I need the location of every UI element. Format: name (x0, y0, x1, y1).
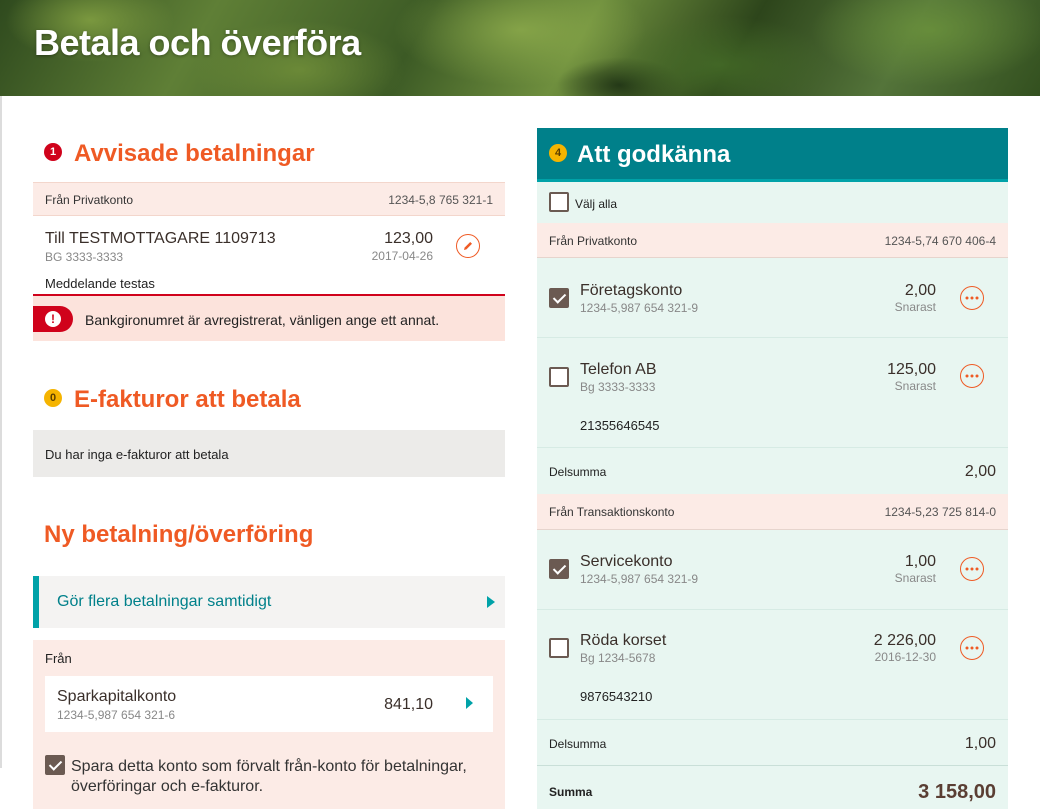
rejected-from-account: 1234-5,8 765 321-1 (388, 193, 493, 207)
approve-item-amount: 2,00 (904, 282, 936, 299)
from-account-selector[interactable]: Sparkapitalkonto 1234-5,987 654 321-6 84… (45, 676, 493, 732)
group2-subtotal-label: Delsumma (549, 737, 607, 751)
more-options-button[interactable] (960, 364, 984, 388)
more-icon (965, 296, 979, 300)
approve-item-when: Snarast (894, 300, 936, 314)
rejected-title-text: Avvisade betalningar (74, 140, 315, 167)
rejected-section-title: 1 Avvisade betalningar (44, 140, 315, 168)
approve-item-name: Röda korset (580, 632, 667, 649)
more-options-button[interactable] (960, 636, 984, 660)
approve-count-badge: 4 (549, 143, 567, 162)
rejected-count-badge: 1 (44, 142, 62, 161)
save-default-label-line2: överföringar och e-fakturor. (71, 778, 264, 795)
rejected-error-text: Bankgironumret är avregistrerat, vänlige… (85, 312, 440, 328)
group1-subtotal-value: 2,00 (964, 463, 996, 480)
from-account-number: 1234-5,987 654 321-6 (57, 708, 176, 722)
new-payment-title: Ny betalning/överföring (44, 521, 314, 548)
from-account-balance: 841,10 (384, 696, 433, 713)
from-label: Från (45, 651, 72, 666)
approve-item-sub: 1234-5,987 654 321-9 (580, 572, 699, 586)
approve-title: 4 Att godkänna (549, 141, 730, 169)
approve-item-row[interactable]: Företagskonto 1234-5,987 654 321-9 2,00 … (537, 258, 1008, 338)
multi-payment-label: Gör flera betalningar samtidigt (57, 593, 272, 610)
efakturor-count-badge: 0 (44, 388, 62, 407)
rejected-payment-amount: 123,00 (384, 230, 433, 247)
page-title: Betala och överföra (34, 22, 361, 63)
approve-item-sub: Bg 1234-5678 (580, 651, 656, 665)
approve-item-checkbox[interactable] (549, 638, 569, 658)
group2-from-label: Från Transaktionskonto (549, 505, 675, 519)
approve-item-when: Snarast (894, 571, 936, 585)
efakturor-section-title: 0 E-fakturor att betala (44, 386, 301, 414)
efakturor-empty-box: Du har inga e-fakturor att betala (33, 430, 505, 477)
approve-item-row[interactable]: Röda korset Bg 1234-5678 2 226,00 2016-1… (537, 610, 1008, 720)
approve-item-sub: Bg 3333-3333 (580, 380, 656, 394)
approve-item-checkbox[interactable] (549, 367, 569, 387)
group2-from-bar: Från Transaktionskonto 1234-5,23 725 814… (537, 494, 1008, 530)
approve-item-message: 21355646545 (580, 418, 660, 433)
select-all-checkbox[interactable] (549, 192, 569, 212)
more-options-button[interactable] (960, 557, 984, 581)
approve-header: 4 Att godkänna (537, 128, 1008, 182)
group1-subtotal-label: Delsumma (549, 465, 607, 479)
more-options-button[interactable] (960, 286, 984, 310)
group1-subtotal-row: Delsumma 2,00 (537, 448, 1008, 494)
group1-from-account: 1234-5,74 670 406-4 (884, 234, 996, 248)
approve-item-amount: 125,00 (887, 361, 936, 378)
approve-item-name: Företagskonto (580, 282, 683, 299)
approve-item-checkbox[interactable] (549, 559, 569, 579)
approve-item-name: Servicekonto (580, 553, 673, 570)
multi-payment-link[interactable]: Gör flera betalningar samtidigt (33, 576, 505, 628)
chevron-right-icon (466, 697, 473, 709)
error-icon: ! (33, 306, 73, 332)
rejected-from-bar: Från Privatkonto 1234-5,8 765 321-1 (33, 182, 505, 216)
rejected-payment-message: Meddelande testas (45, 276, 155, 291)
approve-item-message: 9876543210 (580, 689, 653, 704)
approve-item-name: Telefon AB (580, 361, 657, 378)
rejected-from-label: Från Privatkonto (45, 193, 134, 207)
pencil-icon (464, 242, 472, 250)
left-edge-divider (0, 96, 2, 768)
group1-from-label: Från Privatkonto (549, 234, 638, 248)
group2-subtotal-row: Delsumma 1,00 (537, 720, 1008, 766)
rejected-payment-sub: BG 3333-3333 (45, 250, 124, 264)
approve-item-row[interactable]: Telefon AB Bg 3333-3333 125,00 Snarast 2… (537, 338, 1008, 448)
save-default-checkbox[interactable] (45, 755, 65, 775)
chevron-right-icon (487, 596, 495, 608)
save-default-label-line1: Spara detta konto som förvalt från-konto… (71, 758, 467, 775)
rejected-payment-date: 2017-04-26 (371, 249, 433, 263)
rejected-error-box: ! Bankgironumret är avregistrerat, vänli… (33, 294, 505, 341)
select-all-label: Välj alla (575, 197, 618, 211)
approve-item-amount: 1,00 (904, 553, 936, 570)
rejected-payment-name: Till TESTMOTTAGARE 1109713 (45, 230, 276, 247)
efakturor-title-text: E-fakturor att betala (74, 386, 301, 413)
group2-subtotal-value: 1,00 (964, 735, 996, 752)
more-icon (965, 374, 979, 378)
approve-item-when: Snarast (894, 379, 936, 393)
efakturor-empty-text: Du har inga e-fakturor att betala (45, 447, 229, 462)
approve-item-checkbox[interactable] (549, 288, 569, 308)
save-default-label: Spara detta konto som förvalt från-konto… (71, 757, 467, 797)
rejected-payment-row[interactable]: Till TESTMOTTAGARE 1109713 BG 3333-3333 … (33, 216, 505, 294)
group1-from-bar: Från Privatkonto 1234-5,74 670 406-4 (537, 223, 1008, 258)
approve-item-amount: 2 226,00 (873, 632, 936, 649)
more-icon (965, 646, 979, 650)
page-header: Betala och överföra (0, 0, 1040, 96)
more-icon (965, 567, 979, 571)
total-value: 3 158,00 (918, 781, 996, 803)
edit-payment-button[interactable] (456, 234, 480, 258)
total-row: Summa 3 158,00 (537, 766, 1008, 809)
group2-from-account: 1234-5,23 725 814-0 (884, 505, 996, 519)
total-label: Summa (549, 785, 593, 799)
from-account-section: Från Sparkapitalkonto 1234-5,987 654 321… (33, 640, 505, 809)
approve-item-sub: 1234-5,987 654 321-9 (580, 301, 699, 315)
approve-title-text: Att godkänna (577, 141, 731, 168)
approve-item-row[interactable]: Servicekonto 1234-5,987 654 321-9 1,00 S… (537, 530, 1008, 610)
from-account-name: Sparkapitalkonto (57, 688, 177, 705)
approve-item-when: 2016-12-30 (874, 650, 936, 664)
